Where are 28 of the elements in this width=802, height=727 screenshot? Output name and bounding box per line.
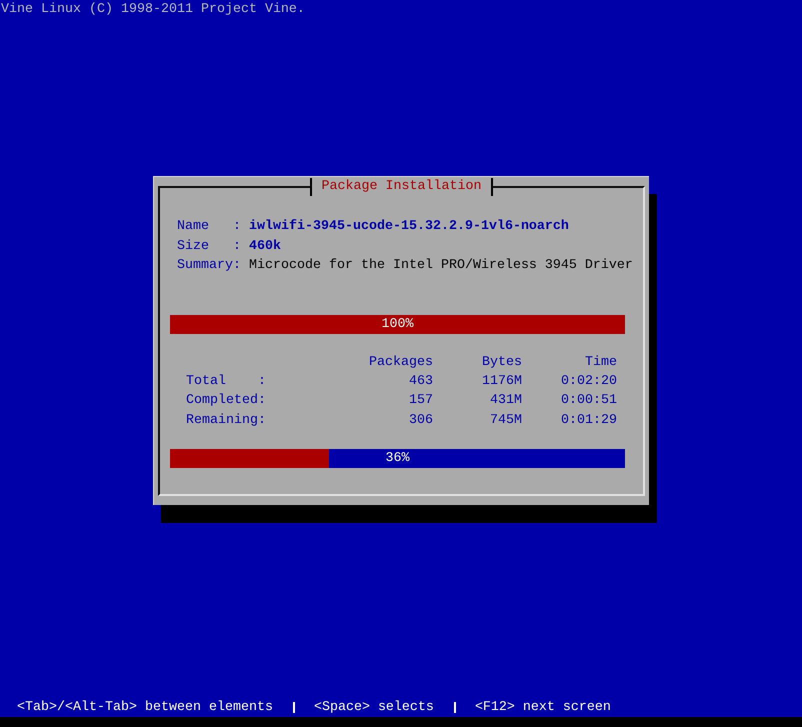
table-cell-text: 1176M [482,373,522,392]
column-header: Time [585,354,617,372]
table-cell-text: 157 [409,392,433,410]
field-value: Microcode for the Intel PRO/Wireless 3945 Driver [249,257,633,276]
row-label: Total : [186,373,266,392]
table-cell-text: 0:02:20 [561,373,617,392]
table-cell-text: 431M [490,392,522,410]
table-cell-text: 306 [409,412,433,430]
column-header: Packages [369,354,433,372]
key-hint: <Tab>/<Alt-Tab> between elements [17,698,273,717]
table-cell-text: 0:01:29 [561,412,617,430]
copyright-text: Vine Linux (C) 1998-2011 Project Vine. [1,2,305,17]
column-header: Bytes [482,354,522,372]
row-label: Completed: [186,392,266,410]
field-label: Size : [177,238,241,256]
field-label: Summary: [177,257,241,276]
key-hint: <F12> next screen [474,698,611,717]
key-hint: <Space> selects [314,698,434,717]
dialog-title: Package Installation [310,178,494,196]
table-cell-text: 745M [490,412,522,430]
row-label: Remaining: [186,412,266,430]
field-value: 460k [249,238,282,256]
percent-label: 100% [382,316,414,334]
percent-label: 36% [386,450,410,468]
field-label: Name : [177,218,241,236]
field-value: iwlwifi-3945-ucode-15.32.2.9-1vl6-noarch [249,218,570,236]
table-cell-text: 463 [409,373,433,392]
table-cell-text: 0:00:51 [561,392,617,410]
